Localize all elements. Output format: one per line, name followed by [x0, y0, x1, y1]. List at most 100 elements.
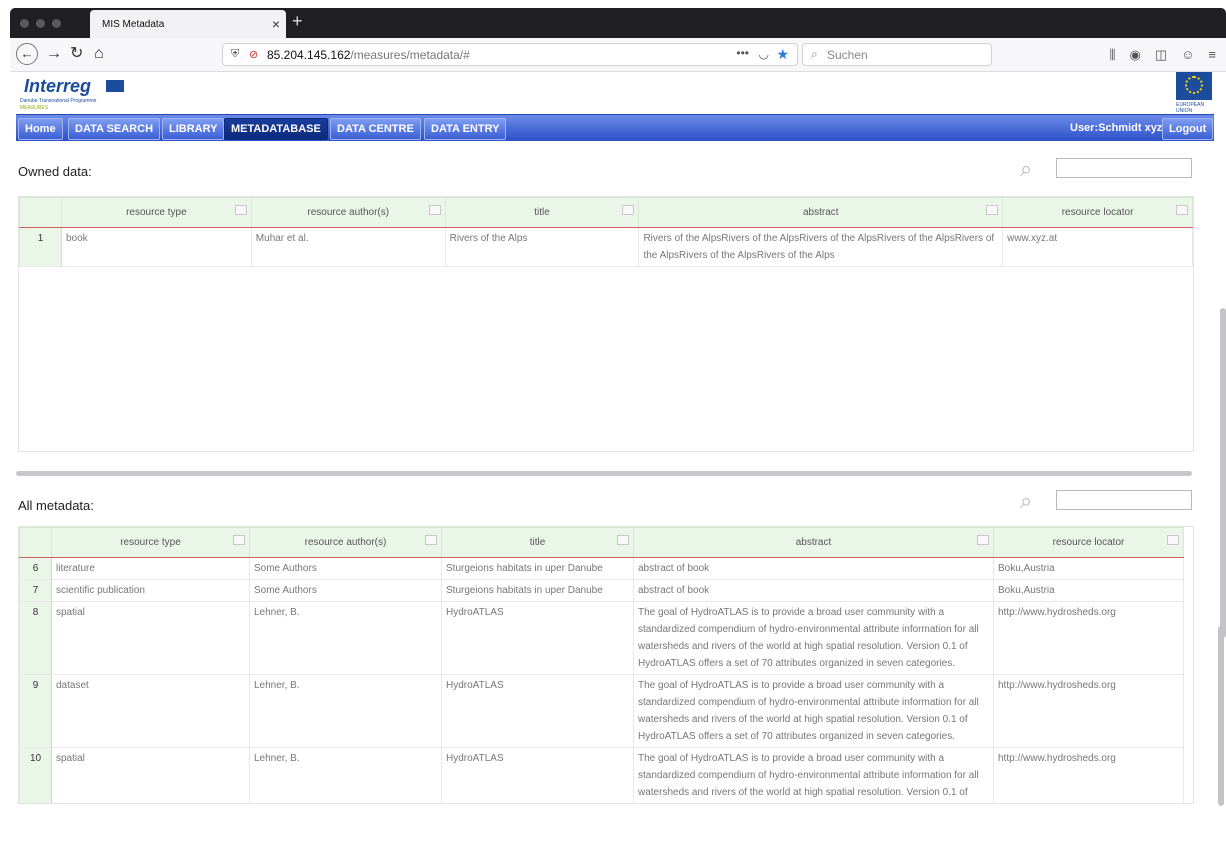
- column-header[interactable]: resource type: [51, 527, 250, 558]
- library-icon[interactable]: ⫼: [1110, 47, 1116, 63]
- row-number[interactable]: 7: [19, 579, 52, 602]
- menu-data-entry[interactable]: DATA ENTRY: [424, 118, 507, 140]
- column-filter-icon[interactable]: [986, 205, 999, 215]
- cell-author[interactable]: Muhar et al.: [250, 227, 446, 267]
- page-actions-icon[interactable]: •••: [736, 46, 749, 60]
- row-number[interactable]: 10: [19, 747, 52, 803]
- cell-abstract[interactable]: Rivers of the AlpsRivers of the AlpsRive…: [638, 227, 1004, 267]
- column-header[interactable]: resource locator: [1002, 197, 1193, 228]
- back-icon[interactable]: ←: [16, 43, 38, 65]
- minimize-window-icon[interactable]: [36, 19, 45, 28]
- new-tab-icon[interactable]: +: [292, 11, 303, 32]
- column-filter-icon[interactable]: [617, 535, 629, 545]
- cell-type[interactable]: literature: [51, 557, 250, 580]
- address-bar[interactable]: ⛨ ⊘ 85.204.145.162/measures/metadata/# •…: [222, 43, 798, 66]
- cell-type[interactable]: dataset: [51, 674, 250, 748]
- splitter-bar[interactable]: [16, 471, 1192, 476]
- column-header[interactable]: abstract: [633, 527, 994, 558]
- cell-locator[interactable]: www.xyz.at: [1002, 227, 1193, 267]
- column-header[interactable]: abstract: [638, 197, 1004, 228]
- column-filter-icon[interactable]: [233, 535, 245, 545]
- menu-icon[interactable]: ≡: [1208, 47, 1216, 63]
- close-tab-icon[interactable]: ×: [272, 16, 280, 32]
- table-row[interactable]: 7 scientific publication Some Authors Sturg…: [19, 579, 1184, 602]
- cell-abstract[interactable]: The goal of HydroATLAS is to provide a b…: [633, 747, 994, 803]
- main-menu: Home DATA SEARCH LIBRARY METADATABASE DA…: [16, 114, 1214, 141]
- maximize-window-icon[interactable]: [52, 19, 61, 28]
- cell-type[interactable]: scientific publication: [51, 579, 250, 602]
- cell-title[interactable]: HydroATLAS: [441, 747, 634, 803]
- row-number[interactable]: 1: [19, 227, 62, 267]
- cell-author[interactable]: Some Authors: [249, 557, 442, 580]
- cell-abstract[interactable]: The goal of HydroATLAS is to provide a b…: [633, 674, 994, 748]
- reload-icon[interactable]: ↻: [70, 45, 83, 63]
- home-icon[interactable]: ⌂: [94, 45, 104, 63]
- cell-locator[interactable]: Boku,Austria: [993, 579, 1184, 602]
- column-filter-icon[interactable]: [1176, 205, 1188, 215]
- column-header[interactable]: resource type: [60, 197, 252, 228]
- cell-title[interactable]: HydroATLAS: [441, 601, 634, 675]
- owned-search-icon[interactable]: ⌕: [1020, 156, 1032, 182]
- sidebar-icon[interactable]: ◫: [1155, 47, 1167, 63]
- cell-locator[interactable]: http://www.hydrosheds.org: [993, 747, 1184, 803]
- table-row[interactable]: 10 spatial Lehner, B. HydroATLAS The goal of…: [19, 747, 1184, 803]
- page-scrollbar[interactable]: [1220, 308, 1226, 638]
- column-header[interactable]: title: [444, 197, 640, 228]
- cell-author[interactable]: Lehner, B.: [249, 747, 442, 803]
- cell-abstract[interactable]: The goal of HydroATLAS is to provide a b…: [633, 601, 994, 675]
- cell-type[interactable]: book: [60, 227, 252, 267]
- menu-metadatabase[interactable]: METADATABASE: [224, 118, 328, 140]
- close-window-icon[interactable]: [20, 19, 29, 28]
- cell-title[interactable]: Rivers of the Alps: [444, 227, 640, 267]
- row-number[interactable]: 9: [19, 674, 52, 748]
- table-row[interactable]: 6 literature Some Authors Sturgeions habita…: [19, 557, 1184, 580]
- cell-locator[interactable]: http://www.hydrosheds.org: [993, 674, 1184, 748]
- extension-icon[interactable]: ◉: [1129, 47, 1140, 63]
- forward-icon[interactable]: →: [46, 45, 62, 63]
- column-header[interactable]: resource author(s): [249, 527, 442, 558]
- cell-title[interactable]: Sturgeions habitats in uper Danube: [441, 557, 634, 580]
- column-filter-icon[interactable]: [1167, 535, 1179, 545]
- cell-title[interactable]: Sturgeions habitats in uper Danube: [441, 579, 634, 602]
- menu-data-search[interactable]: DATA SEARCH: [68, 118, 161, 140]
- table-row[interactable]: 8 spatial Lehner, B. HydroATLAS The goal of …: [19, 601, 1184, 675]
- logout-button[interactable]: Logout: [1162, 118, 1214, 140]
- row-number[interactable]: 8: [19, 601, 52, 675]
- bookmark-star-icon[interactable]: ★: [776, 46, 789, 63]
- cell-type[interactable]: spatial: [51, 747, 250, 803]
- browser-tab[interactable]: MIS Metadata ×: [90, 10, 286, 38]
- row-number[interactable]: 6: [19, 557, 52, 580]
- pocket-icon[interactable]: ◡: [759, 47, 769, 61]
- cell-author[interactable]: Some Authors: [249, 579, 442, 602]
- search-input[interactable]: ⌕ Suchen: [802, 43, 992, 66]
- logo-subtitle-2: MEASURES: [20, 105, 49, 111]
- column-header[interactable]: title: [441, 527, 634, 558]
- cell-type[interactable]: spatial: [51, 601, 250, 675]
- insecure-lock-icon[interactable]: ⊘: [249, 48, 258, 61]
- account-icon[interactable]: ☺: [1181, 47, 1194, 63]
- column-filter-icon[interactable]: [977, 535, 989, 545]
- all-search-icon[interactable]: ⌕: [1020, 488, 1032, 514]
- cell-author[interactable]: Lehner, B.: [249, 674, 442, 748]
- cell-title[interactable]: HydroATLAS: [441, 674, 634, 748]
- cell-abstract[interactable]: abstract of book: [633, 557, 994, 580]
- table-row[interactable]: 9 dataset Lehner, B. HydroATLAS The goal of …: [19, 674, 1184, 748]
- column-filter-icon[interactable]: [622, 205, 635, 215]
- column-filter-icon[interactable]: [425, 535, 437, 545]
- cell-locator[interactable]: Boku,Austria: [993, 557, 1184, 580]
- menu-library[interactable]: LIBRARY: [162, 118, 225, 140]
- column-filter-icon[interactable]: [428, 205, 441, 215]
- column-filter-icon[interactable]: [234, 205, 247, 215]
- menu-home[interactable]: Home: [18, 118, 63, 140]
- all-grid-scrollbar[interactable]: [1218, 626, 1224, 806]
- shield-icon[interactable]: ⛨: [231, 48, 239, 61]
- column-header[interactable]: resource author(s): [250, 197, 446, 228]
- cell-abstract[interactable]: abstract of book: [633, 579, 994, 602]
- all-search-input[interactable]: [1056, 490, 1192, 510]
- cell-locator[interactable]: http://www.hydrosheds.org: [993, 601, 1184, 675]
- owned-search-input[interactable]: [1056, 158, 1192, 178]
- column-header[interactable]: resource locator: [993, 527, 1184, 558]
- cell-author[interactable]: Lehner, B.: [249, 601, 442, 675]
- menu-data-centre[interactable]: DATA CENTRE: [330, 118, 421, 140]
- table-row[interactable]: 1 book Muhar et al. Rivers of the Alps River…: [19, 227, 1193, 267]
